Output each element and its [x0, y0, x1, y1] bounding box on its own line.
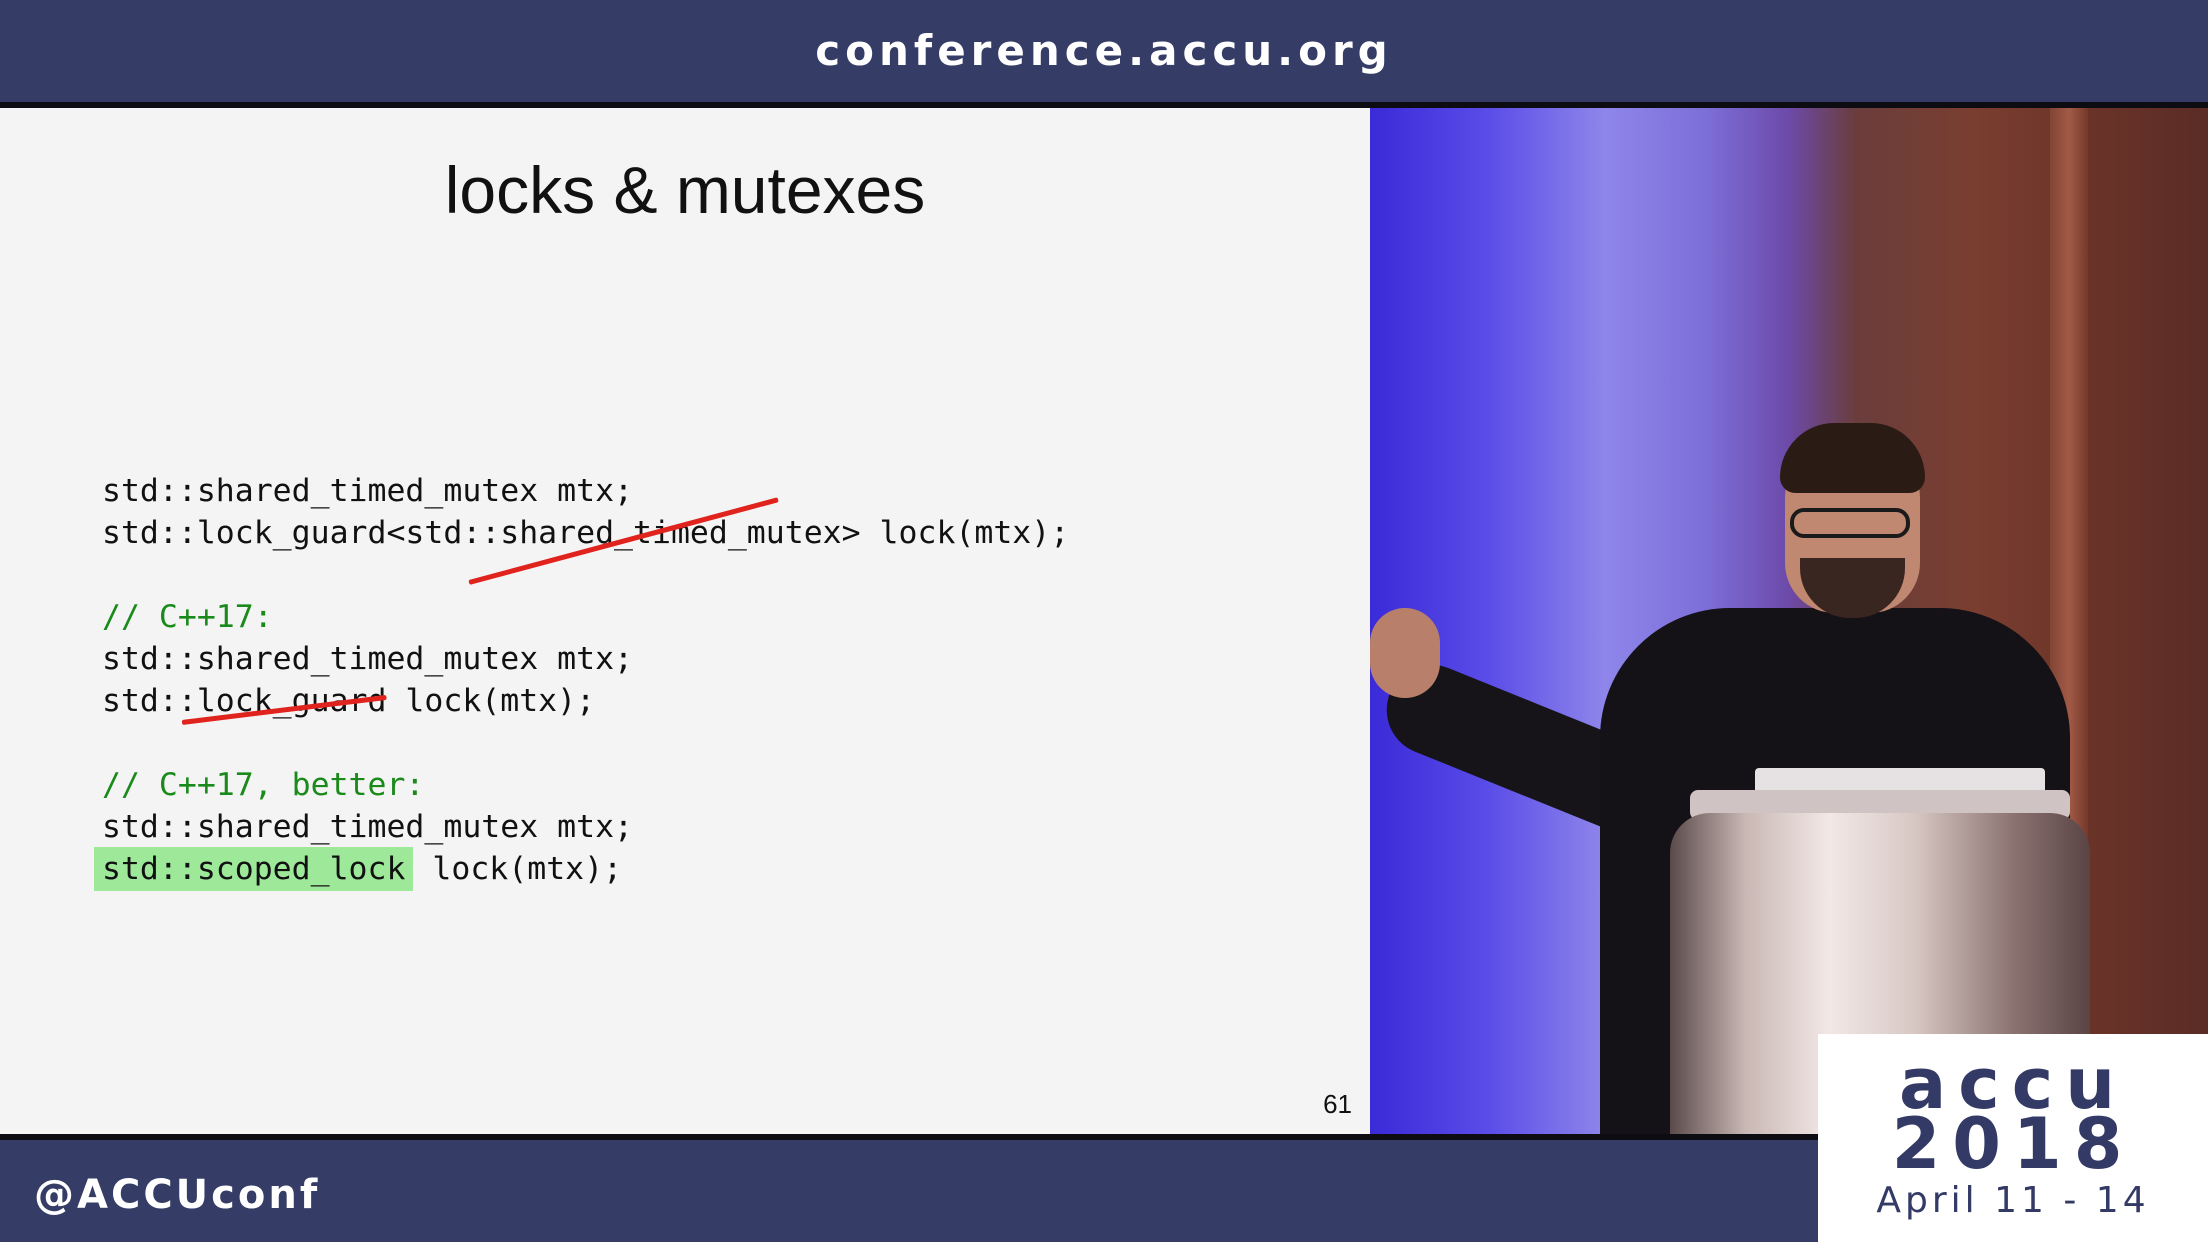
header-banner: conference.accu.org	[0, 0, 2208, 102]
logo-year: 2018	[1891, 1103, 2135, 1185]
code-line-1: std::shared_timed_mutex mtx;	[102, 473, 634, 509]
scoped-lock-highlight: std::scoped_lock	[94, 847, 414, 891]
code-comment-cpp17: // C++17:	[102, 599, 273, 635]
code-line-3: std::shared_timed_mutex mtx;	[102, 641, 634, 677]
code-line-5: std::shared_timed_mutex mtx;	[102, 809, 634, 845]
slide: locks & mutexes std::shared_timed_mutex …	[0, 108, 1370, 1134]
speaker-glasses	[1790, 508, 1910, 538]
slide-page-number: 61	[1323, 1089, 1352, 1119]
accu-2018-logo: accu 2018 April 11 - 14	[1818, 1034, 2208, 1242]
logo-dates: April 11 - 14	[1876, 1180, 2150, 1221]
speaker-hand	[1370, 608, 1440, 698]
scoped-lock-rest: lock(mtx);	[413, 851, 623, 887]
speaker-hair	[1780, 423, 1925, 493]
speaker-video	[1370, 108, 2208, 1134]
code-line-6: std::scoped_lock lock(mtx);	[94, 847, 623, 891]
slide-title: locks & mutexes	[444, 153, 926, 227]
conference-url: conference.accu.org	[815, 26, 1393, 75]
twitter-handle: @ACCUconf	[34, 1172, 321, 1218]
code-comment-cpp17-better: // C++17, better:	[102, 767, 425, 803]
